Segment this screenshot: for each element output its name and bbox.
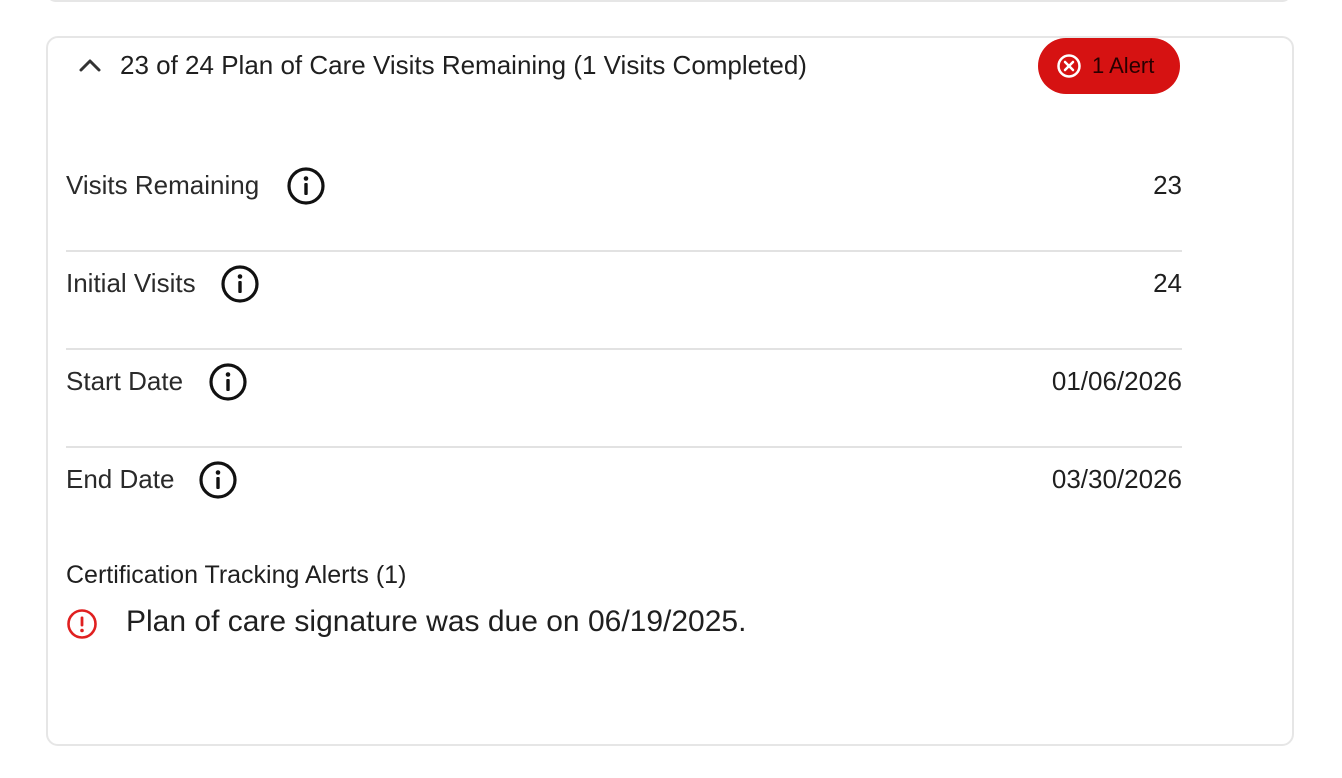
row-visits-remaining: Visits Remaining 23 [66, 154, 1182, 252]
row-initial-visits: Initial Visits 24 [66, 252, 1182, 350]
row-start-date: Start Date 01/06/2026 [66, 350, 1182, 448]
info-icon[interactable] [208, 362, 248, 402]
card-header[interactable]: 23 of 24 Plan of Care Visits Remaining (… [66, 38, 1182, 94]
info-icon[interactable] [198, 460, 238, 500]
row-value: 01/06/2026 [1051, 366, 1182, 396]
previous-card-edge [46, 0, 1292, 2]
info-icon[interactable] [220, 264, 260, 304]
row-value: 24 [1153, 268, 1182, 298]
chevron-up-icon[interactable] [76, 52, 104, 80]
alert-badge[interactable]: 1 Alert [1038, 38, 1180, 94]
alerts-heading: Certification Tracking Alerts (1) [66, 561, 407, 589]
row-label: Initial Visits [66, 268, 196, 298]
certification-alerts: Certification Tracking Alerts (1) Plan o… [66, 560, 1182, 642]
close-circle-icon [1057, 54, 1081, 78]
row-label: Start Date [66, 366, 184, 396]
visit-details-list: Visits Remaining 23 Initial Visits 24 St… [66, 154, 1182, 546]
alert-item-text: Plan of care signature was due on 06/19/… [126, 605, 747, 638]
row-end-date: End Date 03/30/2026 [66, 448, 1182, 546]
exclamation-circle-icon [66, 608, 98, 640]
alert-badge-label: 1 Alert [1092, 53, 1155, 78]
row-value: 23 [1153, 170, 1182, 200]
row-value: 03/30/2026 [1051, 464, 1182, 494]
row-label: End Date [66, 464, 175, 494]
info-icon[interactable] [286, 166, 326, 206]
card-title: 23 of 24 Plan of Care Visits Remaining (… [120, 50, 807, 80]
alert-item: Plan of care signature was due on 06/19/… [66, 602, 1182, 642]
row-label: Visits Remaining [66, 170, 260, 200]
